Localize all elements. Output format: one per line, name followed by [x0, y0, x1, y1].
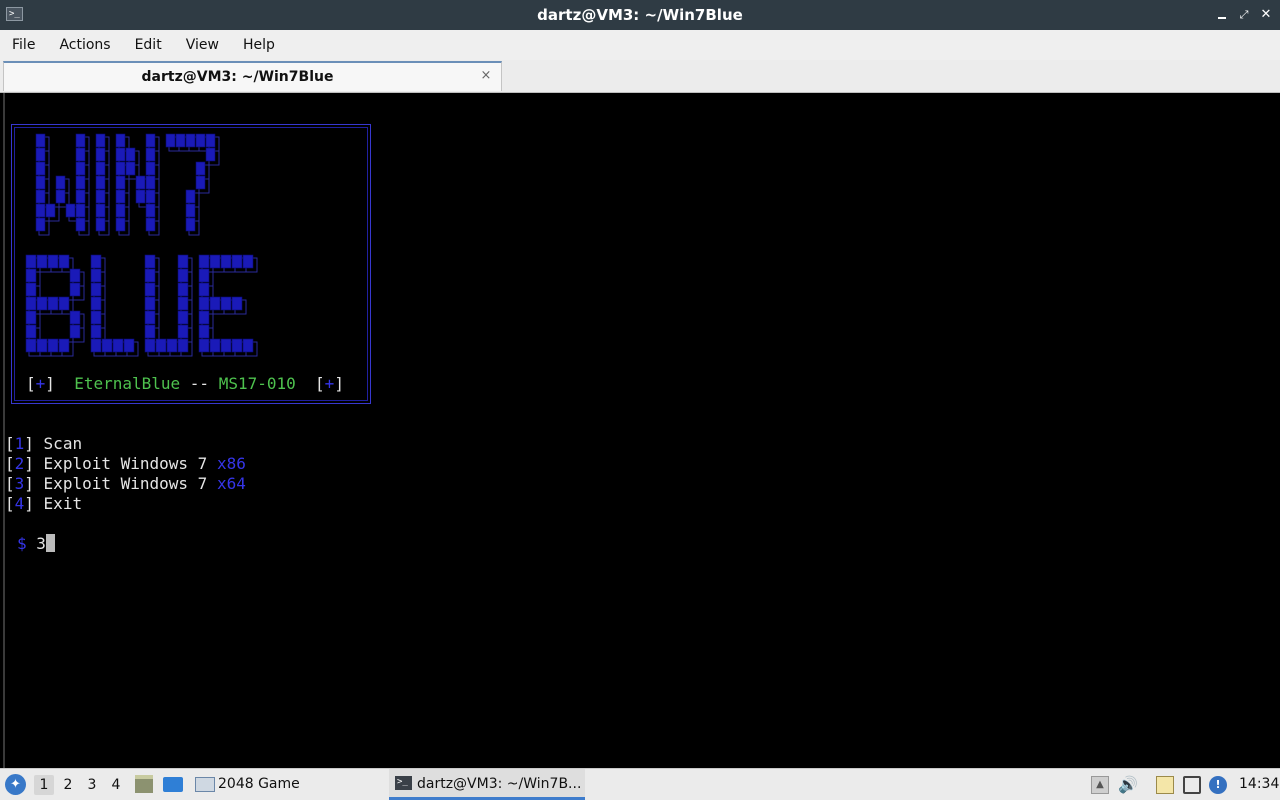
option-scan: [1] Scan [5, 434, 83, 453]
clock[interactable]: 14:34 [1239, 769, 1279, 800]
workspace-1[interactable]: 1 [34, 775, 54, 795]
option-exit: [4] Exit [5, 494, 83, 513]
file-manager-icon[interactable] [135, 775, 153, 793]
banner-art [25, 133, 258, 357]
options-list: [1] Scan [2] Exploit Windows 7 x86 [3] E… [5, 434, 246, 514]
restore-icon[interactable]: ⤢ [1238, 9, 1250, 21]
task-terminal[interactable]: >_ dartz@VM3: ~/Win7B... [389, 769, 585, 800]
tab-bar: dartz@VM3: ~/Win7Blue × [0, 60, 1280, 93]
window-titlebar: >_ dartz@VM3: ~/Win7Blue ⤢ ✕ [0, 0, 1280, 30]
option-exploit-x64: [3] Exploit Windows 7 x64 [5, 474, 246, 493]
window-icon [195, 777, 215, 792]
task-label: dartz@VM3: ~/Win7B... [417, 776, 582, 792]
task-2048-game[interactable]: 2048 Game [193, 769, 373, 800]
tab-label: dartz@VM3: ~/Win7Blue [141, 69, 334, 85]
tray-expand-icon[interactable]: ▲ [1091, 776, 1109, 794]
task-label: 2048 Game [218, 776, 300, 792]
banner-footer: [+] EternalBlue -- MS17-010 [+] [26, 374, 344, 393]
network-icon[interactable] [1183, 776, 1201, 794]
menu-actions[interactable]: Actions [47, 37, 122, 53]
workspace-3[interactable]: 3 [82, 775, 102, 795]
taskbar: ✦ 1 2 3 4 2048 Game >_ dartz@VM3: ~/Win7… [0, 768, 1280, 800]
exploit-name: EternalBlue [74, 374, 181, 393]
clipboard-icon[interactable] [1156, 776, 1174, 794]
volume-icon[interactable]: 🔊 [1118, 776, 1138, 794]
prompt-symbol: $ [17, 534, 27, 553]
menu-edit[interactable]: Edit [123, 37, 174, 53]
show-desktop-icon[interactable] [163, 777, 183, 792]
menu-file[interactable]: File [0, 37, 47, 53]
window-title: dartz@VM3: ~/Win7Blue [537, 6, 743, 24]
workspace-4[interactable]: 4 [106, 775, 126, 795]
option-exploit-x86: [2] Exploit Windows 7 x86 [5, 454, 246, 473]
menu-view[interactable]: View [174, 37, 231, 53]
menu-help[interactable]: Help [231, 37, 287, 53]
ascii-banner: [+] EternalBlue -- MS17-010 [+] [11, 124, 371, 404]
prompt-input: 3 [36, 534, 46, 553]
workspace-2[interactable]: 2 [58, 775, 78, 795]
start-menu-icon[interactable]: ✦ [5, 774, 26, 795]
text-cursor [45, 534, 55, 552]
close-icon[interactable]: ✕ [1260, 8, 1272, 21]
terminal-icon: >_ [395, 776, 412, 790]
minimize-icon[interactable] [1216, 9, 1228, 21]
update-icon[interactable]: ! [1209, 776, 1227, 794]
exploit-id: MS17-010 [218, 374, 296, 393]
tab-close-icon[interactable]: × [479, 69, 493, 83]
prompt-line[interactable]: $ 3 [17, 534, 55, 554]
tab-terminal[interactable]: dartz@VM3: ~/Win7Blue × [3, 61, 502, 91]
terminal-view[interactable]: [+] EternalBlue -- MS17-010 [+] [1] Scan… [3, 93, 1280, 768]
menu-bar: File Actions Edit View Help [0, 30, 1280, 60]
